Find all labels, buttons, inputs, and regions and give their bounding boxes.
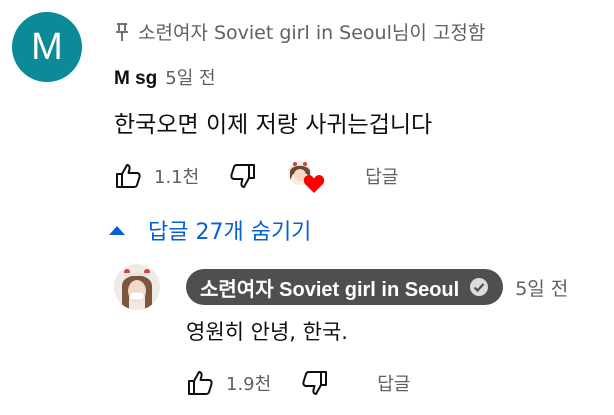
commenter-avatar[interactable]: M xyxy=(12,12,82,82)
reply-button[interactable]: 답글 xyxy=(365,163,398,189)
caret-up-icon xyxy=(109,226,125,235)
comment-text: 한국오면 이제 저랑 사귀는겁니다 xyxy=(114,112,433,138)
pinned-label-row: 소련여자 Soviet girl in Seoul님이 고정함 xyxy=(114,18,485,45)
avatar-letter: M xyxy=(31,25,63,68)
creator-heart xyxy=(287,160,327,193)
comment-time[interactable]: 5일 전 xyxy=(165,64,215,90)
author-name[interactable]: M sg xyxy=(114,68,157,90)
dislike-icon[interactable] xyxy=(229,162,257,190)
reply-like-count: 1.9천 xyxy=(226,374,272,395)
channel-name: 소련여자 Soviet girl in Seoul xyxy=(200,278,460,301)
hide-replies-button[interactable]: 답글 27개 숨기기 xyxy=(108,214,311,246)
reply-header: 소련여자 Soviet girl in Seoul 5일 전 xyxy=(186,269,568,305)
reply-actions: 1.9천 답글 xyxy=(186,369,410,397)
reply-text: 영원히 안녕, 한국. xyxy=(186,320,348,344)
like-icon[interactable] xyxy=(114,162,142,190)
heart-icon xyxy=(303,175,325,193)
reply-time[interactable]: 5일 전 xyxy=(515,274,568,301)
verified-check-icon xyxy=(470,278,489,296)
reply-dislike-icon[interactable] xyxy=(301,369,329,397)
reply-avatar[interactable] xyxy=(114,264,160,310)
pin-icon xyxy=(116,22,128,41)
comment-header: M sg 5일 전 xyxy=(114,64,216,90)
pinned-label: 소련여자 Soviet girl in Seoul님이 고정함 xyxy=(138,22,486,44)
comment-actions: 1.1천 답글 xyxy=(114,160,398,193)
hide-replies-label: 답글 27개 숨기기 xyxy=(148,220,312,245)
reply-avatar-image xyxy=(114,264,160,310)
like-count: 1.1천 xyxy=(154,167,200,188)
reply-reply-button[interactable]: 답글 xyxy=(377,370,410,396)
reply-like-icon[interactable] xyxy=(186,369,214,397)
channel-owner-badge[interactable]: 소련여자 Soviet girl in Seoul xyxy=(186,269,504,305)
